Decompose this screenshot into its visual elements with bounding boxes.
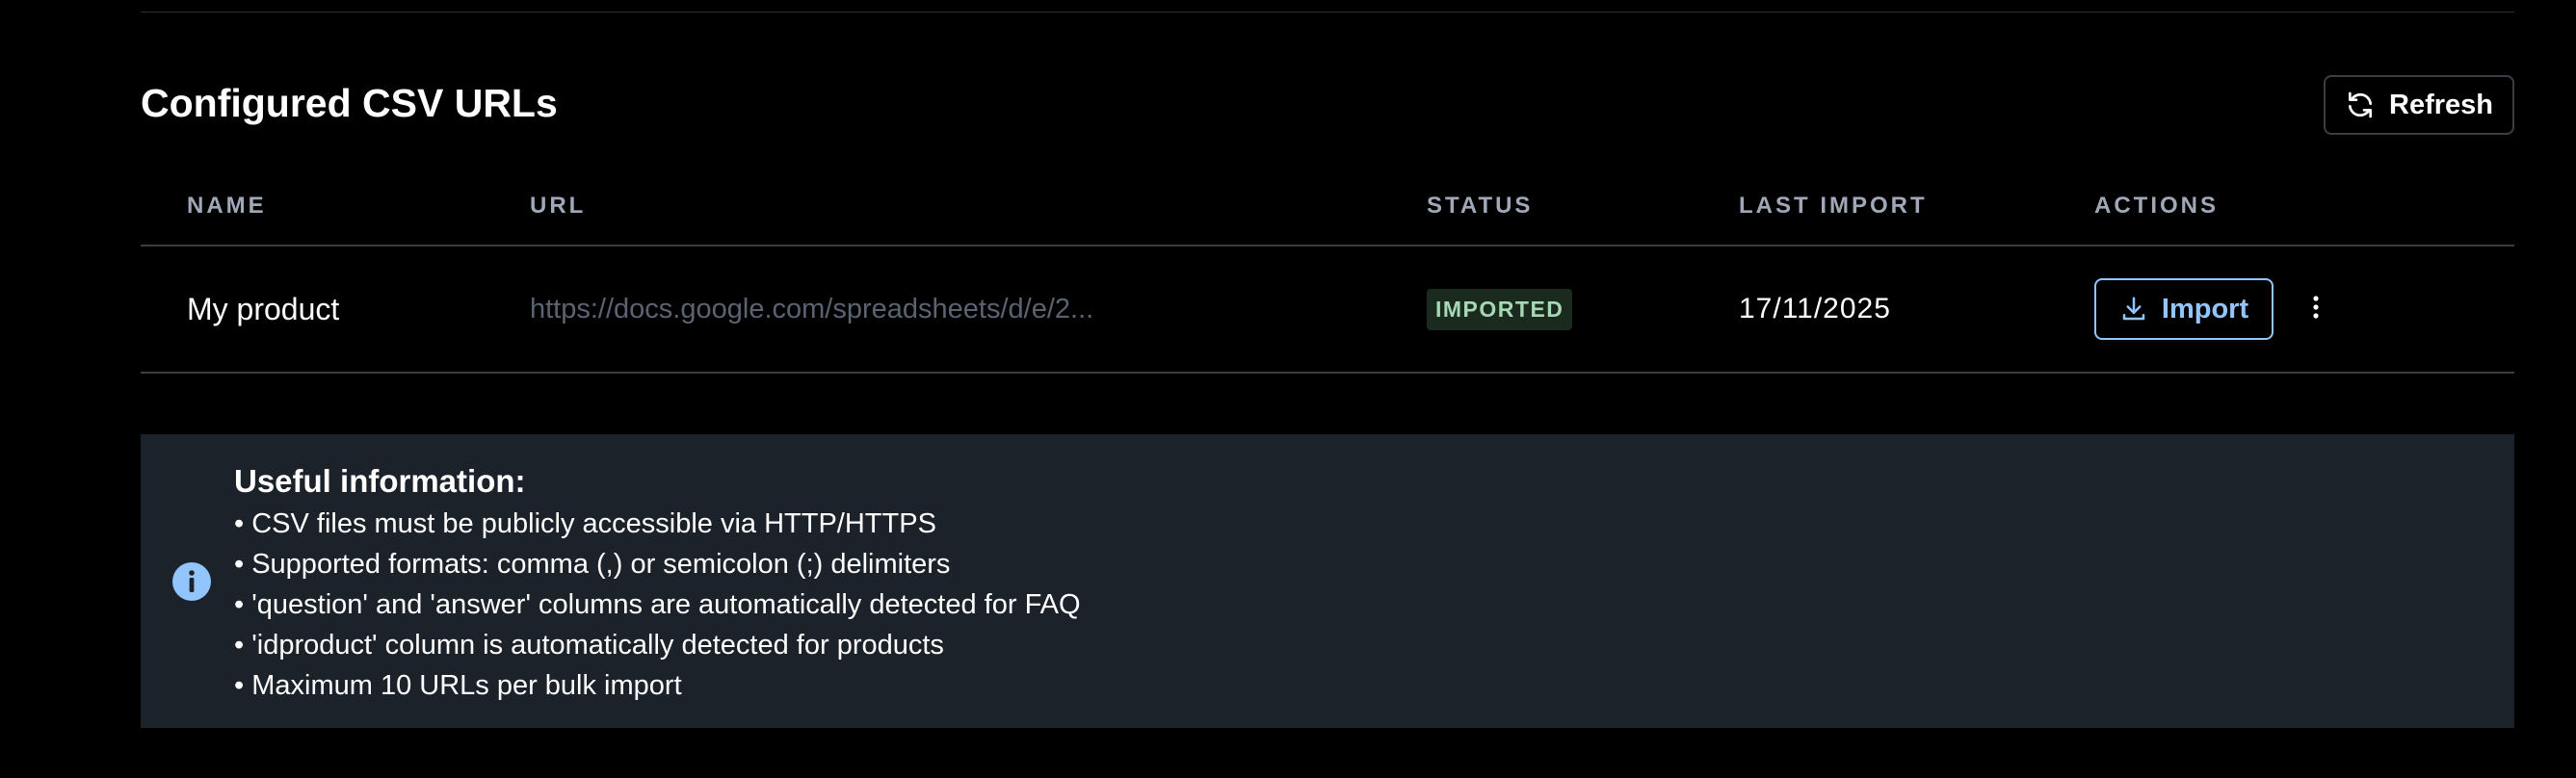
row-url: https://docs.google.com/spreadsheets/d/e…: [530, 293, 1094, 324]
row-last-import: 17/11/2025: [1739, 293, 1891, 324]
info-line: • 'question' and 'answer' columns are au…: [234, 589, 1081, 620]
info-content: Useful information: • CSV files must be …: [234, 459, 1081, 706]
import-label: Import: [2161, 293, 2249, 324]
more-actions-button[interactable]: [2297, 246, 2335, 372]
column-header-last-import: LAST IMPORT: [1739, 193, 1928, 219]
row-last-import-cell: 17/11/2025: [1739, 246, 1891, 372]
import-button[interactable]: Import: [2094, 278, 2274, 340]
row-status-cell: IMPORTED: [1427, 246, 1573, 372]
column-header-actions: ACTIONS: [2094, 193, 2219, 219]
column-header-name: NAME: [187, 193, 267, 219]
table-row: My product https://docs.google.com/sprea…: [141, 246, 2514, 374]
refresh-icon: [2345, 90, 2376, 120]
row-url-cell: https://docs.google.com/spreadsheets/d/e…: [530, 246, 1093, 372]
info-icon: [171, 561, 212, 602]
kebab-menu-icon: [2312, 295, 2320, 324]
info-title: Useful information:: [234, 463, 526, 499]
csv-urls-table: NAME URL STATUS LAST IMPORT ACTIONS My p…: [141, 171, 2514, 374]
info-line: • Supported formats: comma (,) or semico…: [234, 549, 951, 580]
top-divider: [141, 12, 2514, 13]
info-line: • 'idproduct' column is automatically de…: [234, 630, 944, 661]
section-title: Configured CSV URLs: [141, 81, 558, 125]
csv-urls-page: Configured CSV URLs Refresh NAME URL STA…: [0, 0, 2576, 778]
row-name: My product: [187, 291, 340, 326]
row-name-cell: My product: [187, 246, 339, 372]
refresh-button[interactable]: Refresh: [2324, 75, 2514, 135]
table-header: NAME URL STATUS LAST IMPORT ACTIONS: [141, 171, 2514, 246]
column-header-url: URL: [530, 193, 587, 219]
column-header-status: STATUS: [1427, 193, 1534, 219]
info-box: Useful information: • CSV files must be …: [141, 434, 2514, 728]
refresh-label: Refresh: [2389, 89, 2493, 120]
info-line: • Maximum 10 URLs per bulk import: [234, 670, 682, 701]
status-badge: IMPORTED: [1427, 288, 1573, 330]
row-actions-cell: Import: [2094, 246, 2274, 372]
download-icon: [2119, 295, 2148, 324]
info-line: • CSV files must be publicly accessible …: [234, 508, 936, 539]
section-header: Configured CSV URLs Refresh: [141, 75, 2514, 137]
